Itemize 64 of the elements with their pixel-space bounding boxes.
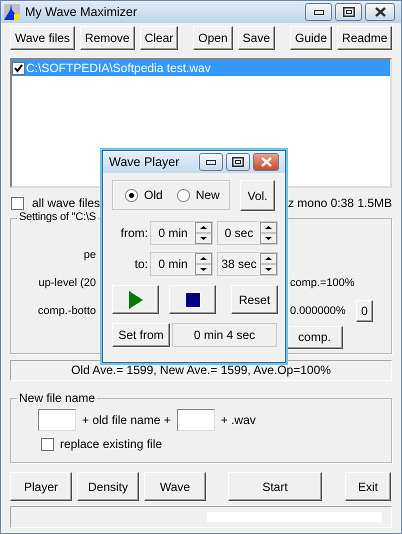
- toolbar-button[interactable]: Clear: [140, 26, 178, 50]
- maximize-icon: [232, 157, 244, 167]
- action-button[interactable]: Wave: [144, 472, 206, 501]
- setting-value: 0.000000%: [290, 305, 347, 317]
- toolbar-button[interactable]: Wave files: [10, 26, 75, 50]
- volume-button[interactable]: Vol.: [240, 180, 275, 211]
- minimize-button[interactable]: [305, 3, 332, 21]
- stop-button[interactable]: [169, 285, 216, 314]
- close-icon: [374, 7, 386, 17]
- dialog-title: Wave Player: [109, 155, 180, 169]
- toolbar-button[interactable]: Save: [238, 26, 275, 50]
- setting-label: pe: [82, 249, 96, 261]
- action-button[interactable]: Density: [77, 472, 139, 501]
- item-checkbox[interactable]: [12, 62, 25, 74]
- action-button[interactable]: Exit: [345, 472, 391, 501]
- set-from-button[interactable]: Set from: [112, 323, 170, 347]
- radio-button[interactable]: [125, 188, 138, 202]
- suffix-field[interactable]: [176, 409, 215, 431]
- reset-button[interactable]: Reset: [231, 285, 278, 314]
- radio-button[interactable]: [176, 188, 190, 202]
- range-label: to:: [134, 256, 149, 270]
- checkbox[interactable]: [41, 438, 54, 450]
- maximize-icon: [342, 7, 354, 17]
- radio-label: Old: [144, 188, 163, 202]
- setting-label: comp.-botto: [36, 305, 96, 317]
- stop-icon: [186, 292, 200, 306]
- window-title: My Wave Maximizer: [25, 5, 138, 19]
- toolbar-button[interactable]: Readme: [337, 26, 392, 50]
- radio-label: New: [196, 188, 220, 202]
- minimize-button[interactable]: [199, 153, 223, 171]
- play-button[interactable]: [112, 285, 159, 314]
- checkmark-icon: [14, 64, 23, 72]
- extension-label: + .wav: [220, 413, 256, 427]
- minimize-icon: [206, 160, 216, 164]
- file-info: z mono 0:38 1.5MB: [288, 196, 392, 210]
- spin-arrows-icon[interactable]: [260, 222, 277, 244]
- app-icon: [4, 4, 20, 20]
- setting-label: up-level (20: [38, 277, 96, 289]
- name-label: + old file name +: [82, 413, 171, 427]
- action-button[interactable]: Start: [228, 472, 322, 501]
- position-display: 0 min 4 sec: [172, 323, 277, 347]
- action-button[interactable]: Player: [10, 472, 72, 501]
- group-legend: Settings of "C:\S: [17, 211, 98, 223]
- play-icon: [128, 290, 142, 308]
- prefix-field[interactable]: [38, 409, 76, 431]
- value-button[interactable]: 0: [356, 300, 373, 322]
- comp-button[interactable]: comp.: [286, 326, 343, 348]
- spin-arrows-icon[interactable]: [195, 252, 212, 274]
- group-legend: New file name: [17, 391, 98, 405]
- close-icon: [260, 157, 272, 167]
- close-button[interactable]: [365, 3, 395, 21]
- maximize-button[interactable]: [226, 153, 250, 171]
- toolbar-button[interactable]: Guide: [290, 26, 332, 50]
- setting-value: comp.=100%: [290, 277, 356, 289]
- checkbox-label: replace existing file: [60, 437, 162, 451]
- maximize-button[interactable]: [335, 3, 362, 21]
- spin-arrows-icon[interactable]: [195, 222, 212, 244]
- toolbar-button[interactable]: Remove: [80, 26, 135, 50]
- toolbar-button[interactable]: Open: [193, 26, 233, 50]
- minimize-icon: [314, 10, 324, 14]
- range-label: from:: [120, 226, 149, 240]
- checkbox[interactable]: [11, 196, 24, 210]
- checkbox-label: all wave files: [32, 196, 100, 210]
- spin-arrows-icon[interactable]: [260, 252, 277, 274]
